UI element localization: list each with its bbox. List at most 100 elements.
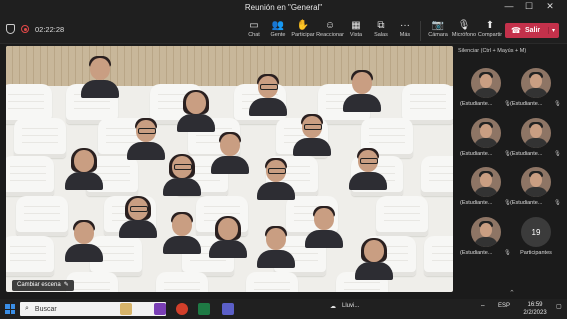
close-icon[interactable]: ✕ (541, 1, 559, 12)
avatar (521, 167, 551, 197)
participant-head (314, 208, 334, 230)
auditorium-seat (376, 196, 428, 236)
clock-time: 16:59 (527, 302, 543, 308)
participant-tile[interactable]: (Estudiante... 🎙 (460, 118, 512, 162)
participant-body (305, 230, 343, 248)
auditorium-seat (156, 272, 208, 292)
language-indicator[interactable]: ESP (498, 303, 510, 309)
participant-video[interactable] (174, 88, 218, 132)
participant-video[interactable] (208, 130, 252, 174)
recording-icon (21, 25, 29, 33)
participant-head (266, 228, 286, 250)
participant-tile[interactable]: (Estudiante... 🎙 (460, 167, 512, 211)
meeting-timer: 02:22:28 (35, 24, 65, 34)
participant-body (211, 156, 249, 174)
more-icon: ··· (400, 20, 410, 31)
participant-tile[interactable]: (Estudiante... 🎙 (460, 68, 512, 112)
participant-video[interactable] (254, 156, 298, 200)
weather-icon[interactable]: ☁ (330, 303, 336, 310)
more-button[interactable]: ··· Más (392, 19, 418, 43)
taskbar: ⌕ Buscar ☁ Lluvi... ⌔ ESP 16:59 2/2/2023… (0, 299, 567, 319)
toolbar-divider (420, 21, 421, 41)
phone-hangup-icon: ☎ (511, 26, 521, 35)
share-button[interactable]: ⬆ Compartir (477, 19, 503, 43)
camera-button[interactable]: 📷 Cámara (425, 19, 451, 43)
people-button[interactable]: 👥 Gente (265, 19, 291, 43)
wifi-icon[interactable]: ⌔ (480, 303, 486, 311)
microphone-icon: 🎙 (457, 20, 471, 31)
taskbar-clock[interactable]: 16:59 2/2/2023 (520, 301, 550, 317)
participant-head (74, 222, 94, 244)
taskbar-search[interactable]: ⌕ Buscar (20, 302, 166, 316)
more-participants-tile[interactable]: 19 Participantes (510, 217, 562, 261)
participant-video[interactable] (254, 224, 298, 268)
participant-video[interactable] (246, 72, 290, 116)
chevron-up-icon[interactable]: ⌃ (509, 289, 515, 297)
auditorium-seat (246, 272, 298, 292)
participant-video[interactable] (206, 214, 250, 258)
rooms-button[interactable]: ⧉ Salas (368, 19, 394, 43)
leave-button[interactable]: ☎ Salir ▾ (505, 23, 559, 38)
participant-video[interactable] (62, 218, 106, 262)
participant-head (266, 160, 286, 182)
participant-head (220, 134, 240, 156)
participant-head (74, 150, 94, 172)
maximize-icon[interactable]: ☐ (520, 1, 538, 12)
wood-wall (6, 46, 453, 86)
participant-head (90, 58, 110, 80)
together-mode-stage (6, 46, 453, 292)
participant-body (177, 114, 215, 132)
participant-video[interactable] (160, 210, 204, 254)
search-icon: ⌕ (25, 305, 29, 312)
excel-icon[interactable] (198, 303, 210, 315)
participants-label: Participantes (520, 250, 552, 256)
raise-hand-button[interactable]: ✋ Participar (290, 19, 316, 43)
shield-icon[interactable] (6, 24, 15, 34)
file-explorer-icon[interactable] (120, 303, 132, 315)
participant-body (343, 94, 381, 112)
chrome-icon[interactable] (176, 303, 188, 315)
windows-start-icon[interactable] (5, 304, 15, 314)
participant-body (163, 236, 201, 254)
view-button[interactable]: ▦ Vista (343, 19, 369, 43)
participant-video[interactable] (160, 152, 204, 196)
auditorium-seat (14, 118, 66, 158)
participant-tile[interactable]: (Estudiante... 🎙 (460, 217, 512, 261)
participant-video[interactable] (62, 146, 106, 190)
app-icon[interactable] (154, 303, 166, 315)
participant-video[interactable] (346, 146, 390, 190)
participant-head (352, 72, 372, 94)
participant-video[interactable] (116, 194, 160, 238)
participant-body (355, 262, 393, 280)
chat-button[interactable]: ▭ Chat (241, 19, 267, 43)
participant-body (81, 80, 119, 98)
participant-video[interactable] (352, 236, 396, 280)
camera-icon: 📷 (431, 20, 445, 31)
view-icon: ▦ (351, 20, 361, 31)
notifications-icon[interactable]: ▢ (556, 303, 562, 310)
teams-icon[interactable] (222, 303, 234, 315)
react-button[interactable]: ☺ Reaccionar (316, 19, 344, 43)
participant-tile[interactable]: (Estudiante... 🎙 (510, 68, 562, 112)
search-placeholder: Buscar (34, 305, 57, 313)
minimize-icon[interactable]: — (500, 1, 518, 11)
participant-body (65, 172, 103, 190)
auditorium-seat (6, 236, 54, 276)
participant-video[interactable] (302, 204, 346, 248)
chevron-down-icon[interactable]: ▾ (547, 27, 555, 34)
participant-body (257, 182, 295, 200)
participant-head (172, 156, 192, 178)
share-icon: ⬆ (485, 20, 495, 31)
participant-body (209, 240, 247, 258)
participant-tile[interactable]: (Estudiante... 🎙 (510, 167, 562, 211)
participant-body (65, 244, 103, 262)
weather-text[interactable]: Lluvi... (342, 303, 359, 309)
microphone-button[interactable]: 🎙 Micrófono (451, 19, 477, 43)
participant-tile[interactable]: (Estudiante... 🎙 (510, 118, 562, 162)
change-scene-button[interactable]: Cambiar escena ✎ (12, 280, 74, 291)
participant-head (186, 92, 206, 114)
participant-video[interactable] (340, 68, 384, 112)
participant-video[interactable] (78, 54, 122, 98)
mute-all-hint[interactable]: Silenciar (Ctrl + Mayús + M) (458, 48, 526, 54)
participant-video[interactable] (290, 112, 334, 156)
